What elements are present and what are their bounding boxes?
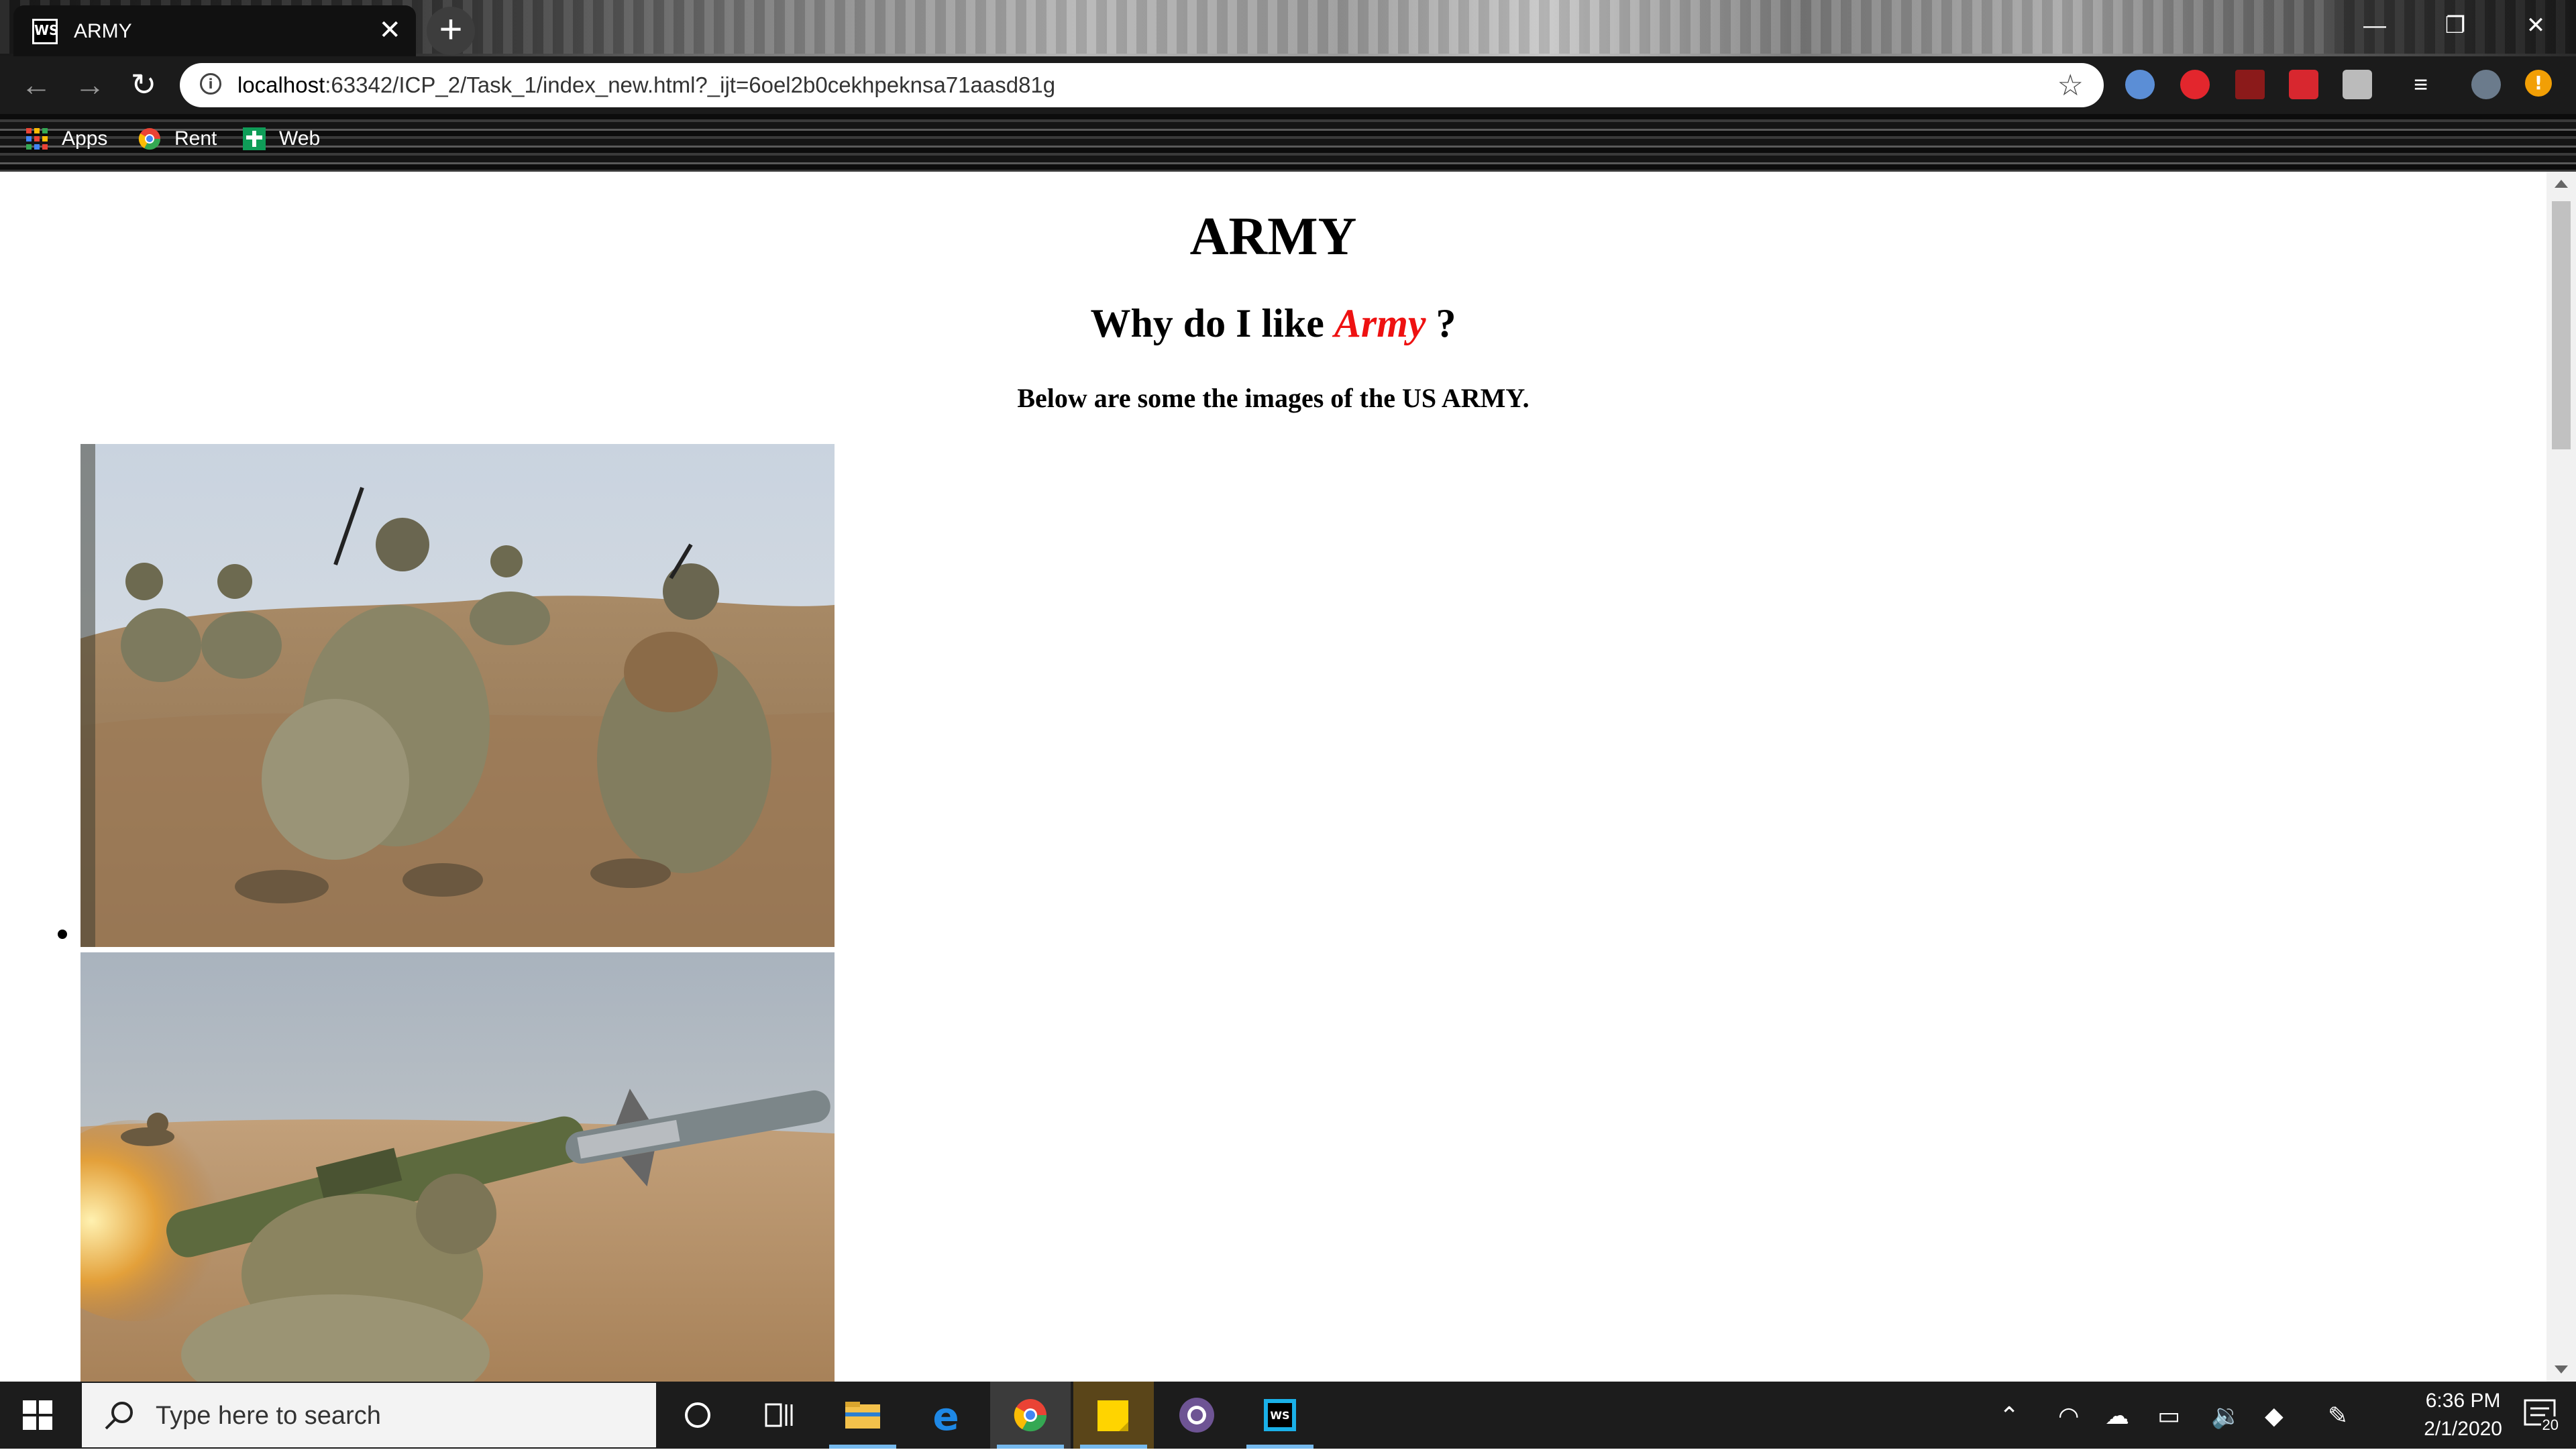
extension-blue-icon[interactable]: [2125, 70, 2155, 99]
chrome-icon: [138, 128, 161, 150]
tab-close-icon[interactable]: ✕: [378, 15, 401, 46]
cortana-icon[interactable]: [657, 1382, 738, 1449]
network-icon[interactable]: ◠: [2058, 1402, 2079, 1430]
file-explorer-icon[interactable]: [822, 1382, 903, 1449]
taskbar-search-box[interactable]: Type here to search: [82, 1383, 656, 1447]
tab-title: ARMY: [74, 20, 132, 42]
clock-time: 6:36 PM: [2425, 1390, 2501, 1412]
new-tab-button[interactable]: +: [427, 7, 475, 55]
bookmark-label: Rent: [174, 127, 217, 150]
action-center-icon[interactable]: 20: [2522, 1396, 2560, 1434]
reload-icon[interactable]: ↻: [123, 66, 164, 106]
extension-gray-icon[interactable]: [2343, 70, 2372, 99]
volume-icon[interactable]: 🔉: [2211, 1402, 2241, 1430]
profile-avatar[interactable]: [2471, 70, 2501, 99]
extension-red-hand-icon[interactable]: [2180, 70, 2210, 99]
address-bar[interactable]: i localhost:63342/ICP_2/Task_1/index_new…: [180, 63, 2104, 107]
task-view-icon[interactable]: [738, 1382, 818, 1449]
bookmark-web[interactable]: Web: [243, 127, 320, 150]
forward-arrow-icon[interactable]: →: [70, 66, 110, 106]
javelin-launch-photo: [80, 952, 835, 1382]
webstorm-icon[interactable]: WS: [1240, 1382, 1320, 1449]
scroll-up-arrow-icon[interactable]: [2555, 180, 2568, 188]
dropbox-icon[interactable]: ◆: [2265, 1402, 2284, 1430]
bookmark-apps[interactable]: Apps: [25, 127, 107, 150]
update-alert-icon[interactable]: !: [2525, 70, 2552, 97]
media-control-icon[interactable]: ≡: [2414, 70, 2443, 99]
site-info-icon[interactable]: i: [200, 73, 221, 95]
notification-count: 20: [2540, 1416, 2560, 1434]
bookmarks-bar: Apps Rent Web: [0, 114, 2576, 172]
list-bullet: [58, 930, 67, 939]
vertical-scrollbar[interactable]: [2546, 172, 2576, 1382]
extension-pocket-icon[interactable]: [2289, 70, 2318, 99]
soldiers-kneeling-photo: [80, 444, 835, 947]
web-plus-icon: [243, 127, 266, 150]
scroll-down-arrow-icon[interactable]: [2555, 1365, 2568, 1374]
browser-tab-active[interactable]: WS ARMY ✕: [13, 5, 416, 56]
bookmark-label: Web: [279, 127, 321, 150]
page-title: ARMY: [1189, 207, 1357, 266]
search-placeholder: Type here to search: [156, 1402, 381, 1430]
show-hidden-icons-chevron-icon[interactable]: ⌃: [1999, 1402, 2019, 1430]
sticky-notes-icon[interactable]: [1073, 1382, 1154, 1449]
browser-chrome: WS ARMY ✕ + — ❐ ✕ ← → ↻ i localhost:6334…: [0, 0, 2576, 172]
edge-icon[interactable]: e: [906, 1382, 986, 1449]
svg-text:WS: WS: [1270, 1409, 1289, 1422]
battery-icon[interactable]: ▭: [2157, 1402, 2180, 1430]
page-content: ARMY Why do I like Army ? Below are some…: [0, 172, 2546, 1382]
bookmark-label: Apps: [62, 127, 108, 150]
apps-grid-icon: [26, 128, 48, 150]
window-close-button[interactable]: ✕: [2496, 0, 2576, 54]
back-arrow-icon[interactable]: ←: [16, 66, 56, 106]
onedrive-cloud-icon[interactable]: ☁: [2105, 1402, 2129, 1430]
scroll-thumb[interactable]: [2552, 201, 2571, 449]
minimize-button[interactable]: —: [2334, 0, 2415, 54]
pen-icon[interactable]: ✎: [2328, 1402, 2348, 1430]
bookmark-star-icon[interactable]: ☆: [2057, 68, 2084, 103]
windows-taskbar: Type here to search e WS ⌃ ◠ ☁ ▭ 🔉 ◆ ✎ 6…: [0, 1382, 2576, 1449]
system-clock[interactable]: 6:36 PM 2/1/2020: [2424, 1387, 2502, 1443]
bookmark-rent[interactable]: Rent: [138, 127, 217, 150]
page-subtitle: Why do I like Army ?: [1090, 301, 1456, 345]
webstorm-favicon-icon: WS: [32, 19, 58, 44]
chrome-taskbar-icon[interactable]: [990, 1382, 1071, 1449]
search-icon: [105, 1402, 133, 1430]
extension-pdf-icon[interactable]: [2235, 70, 2265, 99]
github-icon[interactable]: [1157, 1382, 1237, 1449]
svg-text:e: e: [932, 1394, 959, 1439]
url-text[interactable]: localhost:63342/ICP_2/Task_1/index_new.h…: [237, 72, 1055, 98]
windows-start-icon[interactable]: [23, 1400, 52, 1430]
clock-date: 2/1/2020: [2424, 1418, 2502, 1440]
browser-toolbar: ← → ↻ i localhost:63342/ICP_2/Task_1/ind…: [0, 56, 2576, 114]
intro-text: Below are some the images of the US ARMY…: [1017, 383, 1529, 413]
restore-button[interactable]: ❐: [2415, 0, 2496, 54]
highlight-word: Army: [1334, 301, 1426, 345]
